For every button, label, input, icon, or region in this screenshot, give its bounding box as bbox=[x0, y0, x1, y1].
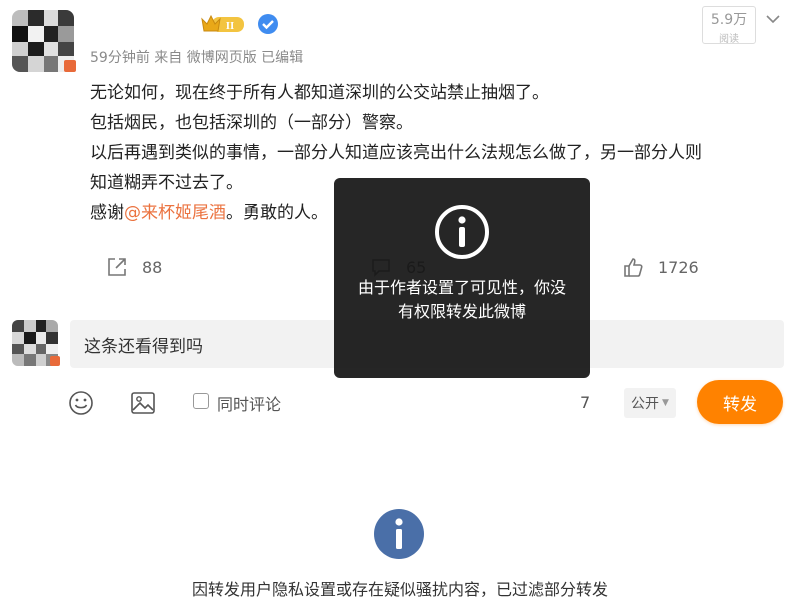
user-avatar-badge-icon bbox=[50, 356, 60, 366]
forward-count: 88 bbox=[142, 257, 163, 277]
like-action[interactable]: 1726 bbox=[622, 256, 699, 278]
crown-level-badge-icon: II bbox=[201, 14, 244, 32]
caret-down-icon: ▼ bbox=[662, 398, 669, 408]
also-comment-checkbox[interactable] bbox=[193, 393, 209, 409]
mention-link[interactable]: @来杯姬尾酒 bbox=[124, 203, 226, 223]
forward-action[interactable]: 88 bbox=[106, 256, 162, 278]
visibility-select[interactable]: 公开 ▼ bbox=[624, 388, 676, 418]
toast-message: 由于作者设置了可见性，你没有权限转发此微博 bbox=[357, 278, 566, 321]
verified-icon bbox=[258, 14, 278, 34]
content-text: 。勇敢的人。 bbox=[226, 203, 328, 223]
content-line: 包括烟民，也包括深圳的（一部分）警察。 bbox=[90, 113, 413, 133]
also-comment-label[interactable]: 同时评论 bbox=[217, 391, 281, 415]
read-count-label: 阅读 bbox=[719, 34, 739, 45]
info-icon bbox=[435, 205, 489, 259]
filter-notice: 因转发用户隐私设置或存在疑似骚扰内容，已过滤部分转发 bbox=[191, 580, 608, 599]
emoji-icon[interactable] bbox=[68, 390, 94, 416]
post-meta: 59分钟前 来自 微博网页版 已编辑 bbox=[90, 50, 304, 66]
chevron-down-icon[interactable] bbox=[764, 10, 782, 28]
image-icon[interactable] bbox=[130, 390, 156, 416]
thumbs-up-icon bbox=[624, 258, 643, 277]
char-count: 7 bbox=[580, 393, 591, 412]
forward-button[interactable]: 转发 bbox=[697, 380, 783, 424]
info-icon bbox=[374, 509, 424, 559]
avatar-badge-icon bbox=[64, 60, 76, 72]
read-count: 5.9万 bbox=[710, 12, 748, 28]
content-line: 以后再遇到类似的事情，一部分人知道应该亮出什么法规怎么做了，另一部分人则 bbox=[90, 143, 702, 163]
svg-text:II: II bbox=[226, 20, 235, 32]
content-line: 无论如何，现在终于所有人都知道深圳的公交站禁止抽烟了。 bbox=[90, 83, 549, 103]
permission-toast: 由于作者设置了可见性，你没有权限转发此微博 bbox=[334, 178, 590, 378]
content-text: 感谢 bbox=[90, 203, 124, 223]
like-count: 1726 bbox=[658, 257, 699, 277]
share-icon bbox=[108, 258, 126, 276]
visibility-value: 公开 bbox=[631, 396, 660, 412]
read-count-box: 5.9万 阅读 bbox=[702, 6, 756, 45]
